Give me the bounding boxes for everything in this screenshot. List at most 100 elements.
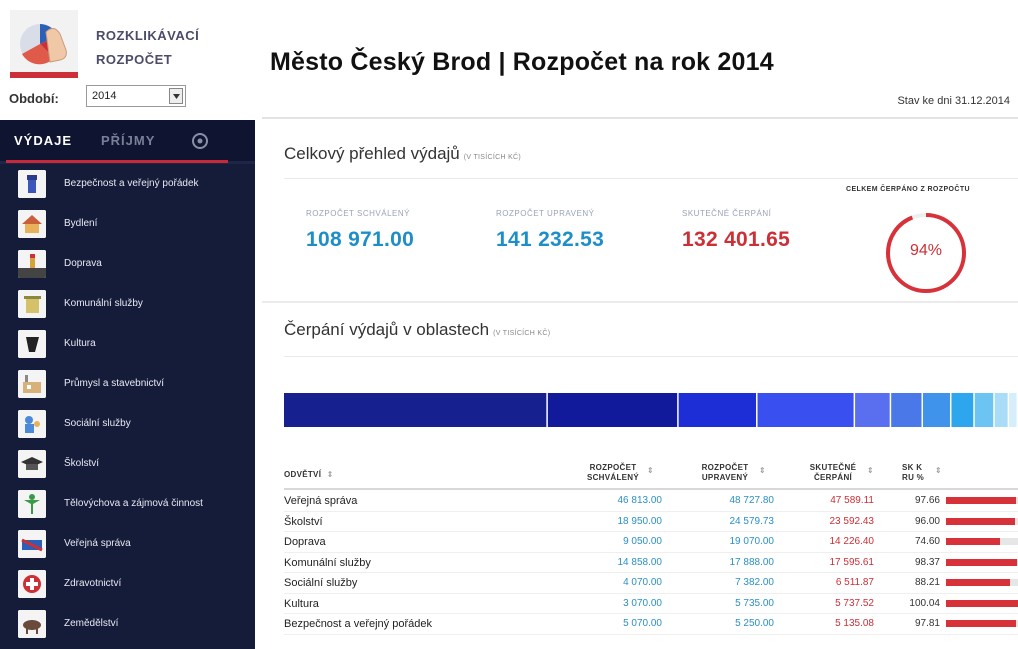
areas-unit: (V TISÍCÍCH KČ)	[493, 330, 551, 337]
sports-icon	[18, 490, 46, 518]
column-header-percent[interactable]: SK K RU % ⇕	[902, 463, 942, 483]
page-title: Město Český Brod | Rozpočet na rok 2014	[270, 48, 774, 76]
chevron-down-icon	[173, 94, 180, 99]
header-divider	[262, 117, 1018, 119]
kpi-approved-value: 108 971.00	[306, 228, 415, 251]
sidebar-item-education[interactable]: Školství	[0, 444, 255, 484]
table-row[interactable]: Školství 18 950.00 24 579.73 23 592.43 9…	[284, 512, 1018, 532]
column-header-adjusted[interactable]: ROZPOČET UPRAVENÝ ⇕	[694, 463, 766, 483]
sidebar-item-label: Školství	[64, 458, 100, 469]
row-actual: 23 592.43	[829, 515, 875, 527]
row-sector[interactable]: Veřejná správa	[284, 495, 357, 507]
treemap-segment[interactable]	[951, 393, 974, 427]
kpi-approved: ROZPOČET SCHVÁLENÝ 108 971.00	[306, 209, 414, 252]
treemap-segment[interactable]	[974, 393, 994, 427]
table-row[interactable]: Kultura 3 070.00 5 735.00 5 737.52 100.0…	[284, 594, 1018, 614]
column-header-sector[interactable]: ODVĚTVÍ ⇕	[284, 470, 334, 480]
sort-icon: ⇕	[758, 466, 766, 475]
table-row[interactable]: Doprava 9 050.00 19 070.00 14 226.40 74.…	[284, 532, 1018, 553]
period-select-value: 2014	[92, 90, 117, 102]
treemap-svg	[284, 393, 1017, 427]
table-row[interactable]: Veřejná správa 46 813.00 48 727.80 47 58…	[284, 491, 1018, 512]
bin-icon	[18, 290, 46, 318]
column-header-approved-line2: SCHVÁLENÝ	[586, 473, 640, 482]
treemap-segment[interactable]	[757, 393, 854, 427]
sidebar-item-label: Bydlení	[64, 218, 98, 229]
treemap-segment[interactable]	[284, 393, 547, 427]
table-header: ODVĚTVÍ ⇕ ROZPOČET SCHVÁLENÝ ⇕ ROZPOČET …	[284, 458, 1018, 490]
column-header-actual-line1: SKUTEČNÉ	[809, 463, 857, 472]
areas-title-text: Čerpání výdajů v oblastech	[284, 320, 490, 339]
sidebar-item-housing[interactable]: Bydlení	[0, 204, 255, 244]
treemap-segment[interactable]	[547, 393, 678, 427]
treemap-segment[interactable]	[855, 393, 890, 427]
logo-line-2: ROZPOČET	[96, 52, 173, 67]
row-actual: 17 595.61	[829, 556, 875, 568]
logo-area: ROZKLIKÁVACÍ ROZPOČET Období: 2014	[0, 0, 255, 118]
column-header-actual[interactable]: SKUTEČNÉ ČERPÁNÍ ⇕	[802, 463, 874, 483]
period-label: Období:	[9, 91, 59, 106]
sidebar-item-culture[interactable]: Kultura	[0, 324, 255, 364]
gear-icon[interactable]	[191, 132, 209, 150]
sidebar-item-industry[interactable]: Průmysl a stavebnictví	[0, 364, 255, 404]
sidebar-item-administration[interactable]: Veřejná správa	[0, 524, 255, 564]
treemap-segment[interactable]	[922, 393, 950, 427]
row-percent: 88.21	[914, 577, 940, 588]
section-divider	[262, 301, 1018, 303]
treemap-segment[interactable]	[891, 393, 922, 427]
total-spent-caption: CELKEM ČERPÁNO Z ROZPOČTU	[846, 186, 970, 193]
sidebar-item-sports[interactable]: Tělovýchova a zájmová činnost	[0, 484, 255, 524]
column-header-approved[interactable]: ROZPOČET SCHVÁLENÝ ⇕	[582, 463, 654, 483]
pie-chart-hand-icon[interactable]	[10, 10, 78, 78]
sidebar-tabs: VÝDAJE PŘÍJMY	[0, 120, 255, 164]
theatre-icon	[18, 330, 46, 358]
logo-text[interactable]: ROZKLIKÁVACÍ ROZPOČET	[96, 24, 199, 72]
sidebar-item-health[interactable]: Zdravotnictví	[0, 564, 255, 604]
table-row[interactable]: Bezpečnost a veřejný pořádek 5 070.00 5 …	[284, 614, 1018, 635]
sidebar-item-social[interactable]: Sociální služby	[0, 404, 255, 444]
kpi-adjusted-value: 141 232.53	[496, 228, 605, 251]
kpi-adjusted-label: ROZPOČET UPRAVENÝ	[496, 209, 595, 218]
agriculture-icon	[18, 610, 46, 638]
row-sector[interactable]: Doprava	[284, 536, 326, 548]
sort-icon: ⇕	[866, 466, 874, 475]
office-icon	[18, 530, 46, 558]
sidebar-item-agriculture[interactable]: Zemědělství	[0, 604, 255, 644]
row-sector[interactable]: Sociální služby	[284, 577, 357, 589]
tab-expenses[interactable]: VÝDAJE	[14, 133, 72, 148]
care-icon	[18, 410, 46, 438]
row-sector[interactable]: Komunální služby	[284, 557, 371, 569]
sidebar-item-transport[interactable]: Doprava	[0, 244, 255, 284]
row-sector[interactable]: Školství	[284, 516, 323, 528]
tab-income[interactable]: PŘÍJMY	[101, 133, 155, 148]
kpi-adjusted: ROZPOČET UPRAVENÝ 141 232.53	[496, 209, 604, 252]
table-row[interactable]: Sociální služby 4 070.00 7 382.00 6 511.…	[284, 573, 1018, 594]
as-of-date: Stav ke dni 31.12.2014	[897, 95, 1010, 107]
treemap-segment[interactable]	[994, 393, 1008, 427]
row-percent: 98.37	[914, 556, 940, 568]
areas-title: Čerpání výdajů v oblastech (V TISÍCÍCH KČ…	[284, 320, 550, 340]
sidebar-item-label: Doprava	[64, 258, 102, 269]
table-row[interactable]: Komunální služby 14 858.00 17 888.00 17 …	[284, 553, 1018, 573]
row-progress-fill	[946, 558, 1017, 566]
row-percent: 97.81	[914, 618, 940, 629]
row-sector[interactable]: Bezpečnost a veřejný pořádek	[284, 618, 432, 630]
row-progress-bar	[946, 599, 1018, 607]
house-icon	[18, 210, 46, 238]
sidebar-item-security[interactable]: Bezpečnost a veřejný pořádek	[0, 164, 255, 204]
overview-title-text: Celkový přehled výdajů	[284, 144, 460, 163]
sidebar-item-label: Průmysl a stavebnictví	[64, 378, 165, 389]
period-dropdown-button[interactable]	[169, 88, 183, 104]
sidebar-item-label: Komunální služby	[64, 298, 143, 309]
period-select[interactable]: 2014	[86, 85, 186, 107]
treemap-segment[interactable]	[1009, 393, 1017, 427]
sidebar-item-communal[interactable]: Komunální služby	[0, 284, 255, 324]
main-content: Celkový přehled výdajů (V TISÍCÍCH KČ) RO…	[262, 120, 1018, 649]
overview-title: Celkový přehled výdajů (V TISÍCÍCH KČ)	[284, 144, 521, 164]
row-progress-fill	[946, 620, 1017, 627]
column-header-approved-line1: ROZPOČET	[589, 463, 637, 472]
kpi-actual: SKUTEČNÉ ČERPÁNÍ 132 401.65	[682, 209, 790, 252]
row-sector[interactable]: Kultura	[284, 598, 319, 610]
treemap-segment[interactable]	[678, 393, 757, 427]
spending-treemap[interactable]	[284, 393, 1018, 427]
